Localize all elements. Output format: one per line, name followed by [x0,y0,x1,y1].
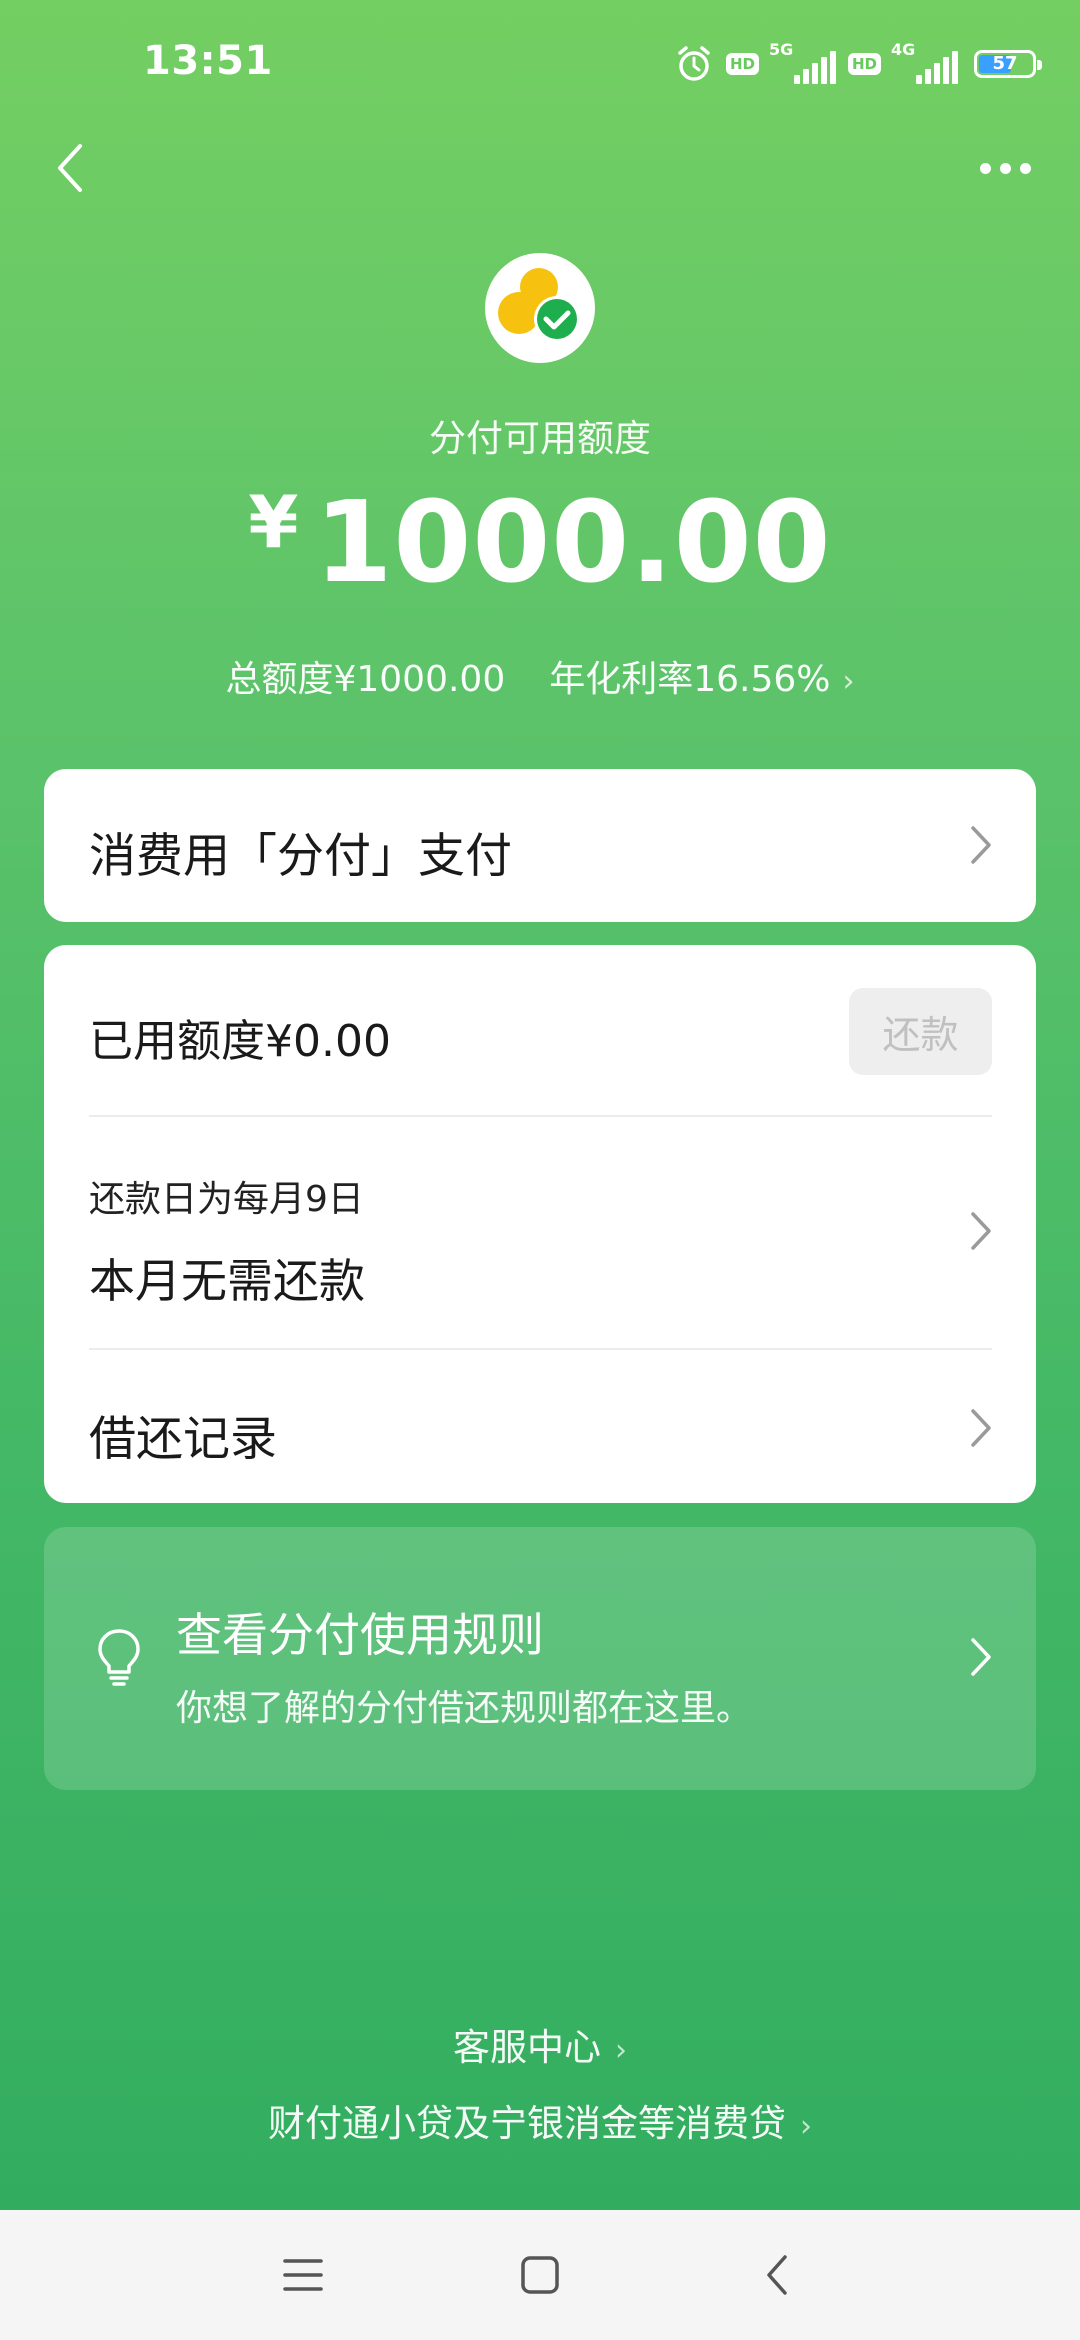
menu-button[interactable] [268,2240,338,2310]
more-dot-icon [999,162,1011,174]
chevron-right-icon [971,1409,991,1447]
fenfu-logo-icon [498,268,580,342]
limit-info: 总额度¥1000.00 年化利率16.56% › [0,650,1080,702]
annual-rate: 年化利率16.56% [549,659,831,700]
currency-symbol: ¥ [248,480,299,564]
more-options-button[interactable] [970,138,1040,198]
fenfu-logo [485,253,595,363]
customer-service-link[interactable]: 客服中心 › [0,2017,1080,2071]
system-back-button[interactable] [742,2240,812,2310]
loan-info-link[interactable]: 财付通小贷及宁银消金等消费贷 › [0,2093,1080,2147]
more-dot-icon [979,162,991,174]
usage-card: 已用额度¥0.00 还款 还款日为每月9日 本月无需还款 借还记录 [44,945,1036,1503]
chevron-right-icon [971,826,991,864]
home-button[interactable] [505,2240,575,2310]
pay-with-fenfu-label: 消费用「分付」支付 [89,829,512,884]
lightbulb-icon [98,1629,140,1686]
repayment-day: 还款日为每月9日 [89,1179,364,1220]
available-amount: ¥1000.00 [0,478,1080,608]
chevron-right-icon: › [615,2033,627,2068]
rules-description: 你想了解的分付借还规则都在这里。 [176,1688,753,1729]
signal-4g-icon: 4G [891,40,958,84]
alarm-icon [674,44,714,84]
repayment-schedule-row[interactable]: 还款日为每月9日 本月无需还款 [44,1117,1036,1347]
chevron-right-icon [971,1212,991,1250]
signal-5g-icon: 5G [769,40,836,84]
home-square-icon [521,2256,559,2294]
loan-info-label: 财付通小贷及宁银消金等消费贷 [268,2102,786,2145]
used-limit: 已用额度¥0.00 [89,1016,391,1067]
records-row[interactable]: 借还记录 [44,1350,1036,1503]
available-amount-value: 1000.00 [314,478,832,608]
available-limit-label: 分付可用额度 [429,417,651,460]
pay-with-fenfu-row[interactable]: 消费用「分付」支付 [44,769,1036,922]
back-button[interactable] [40,138,100,198]
menu-icon [283,2259,323,2291]
status-time: 13:51 [143,38,273,84]
network-5g-label: 5G [768,40,794,59]
repayment-status: 本月无需还款 [89,1254,365,1308]
system-nav-bar [0,2210,1080,2340]
back-arrow-icon [58,144,82,192]
total-limit: 总额度¥1000.00 [225,659,506,700]
records-label: 借还记录 [89,1412,277,1467]
chevron-right-icon: › [800,2109,812,2144]
customer-service-label: 客服中心 [453,2026,601,2069]
rules-title: 查看分付使用规则 [176,1608,544,1662]
top-nav [0,128,1080,208]
back-triangle-icon [767,2255,787,2295]
usage-rules-card[interactable]: 查看分付使用规则 你想了解的分付借还规则都在这里。 [44,1527,1036,1790]
status-icons: HD 5G HD 4G 57 [674,40,1042,88]
status-bar: 13:51 HD 5G HD 4G 57 [0,0,1080,128]
chevron-right-icon [971,1638,991,1676]
hd-badge-1: HD [725,53,759,75]
annual-rate-link[interactable]: 年化利率16.56% › [549,659,854,700]
battery-icon: 57 [974,50,1042,78]
repay-button[interactable]: 还款 [849,988,992,1075]
chevron-right-icon: › [842,664,855,699]
hd-badge-2: HD [847,53,881,75]
network-4g-label: 4G [891,40,916,59]
more-dot-icon [1019,162,1031,174]
battery-level: 57 [992,53,1018,74]
